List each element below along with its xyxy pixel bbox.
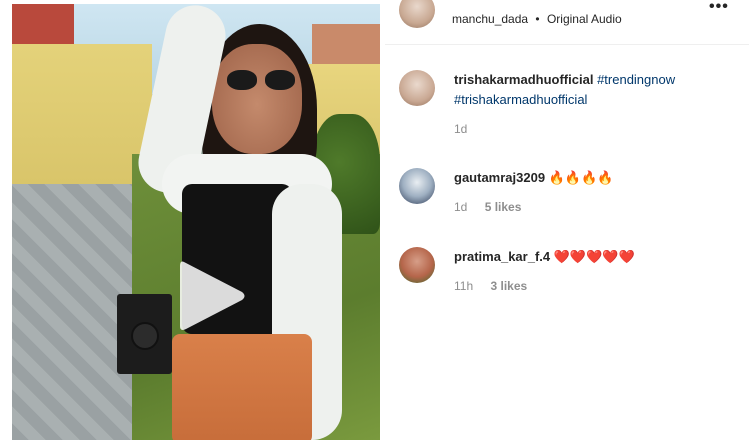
- comment-username[interactable]: trishakarmadhuofficial: [454, 72, 593, 87]
- comment-text: gautamraj3209 🔥🔥🔥🔥: [454, 168, 734, 188]
- hashtag-link[interactable]: #trendingnow: [597, 72, 675, 87]
- comment-username[interactable]: gautamraj3209: [454, 170, 545, 185]
- comment-body: gautamraj3209 🔥🔥🔥🔥 1d 5 likes: [454, 168, 734, 214]
- comment-meta: 11h 3 likes: [454, 279, 734, 293]
- comment-body: trishakarmadhuofficial #trendingnow #tri…: [454, 70, 734, 136]
- avatar[interactable]: [399, 0, 435, 28]
- comment-body: pratima_kar_f.4 ❤️❤️❤️❤️❤️ 11h 3 likes: [454, 247, 734, 293]
- avatar[interactable]: [399, 247, 435, 283]
- comment-time[interactable]: 1d: [454, 122, 467, 136]
- comment-meta: 1d: [454, 122, 734, 136]
- comment-content: ❤️❤️❤️❤️❤️: [553, 249, 635, 264]
- comment-likes[interactable]: 5 likes: [485, 200, 522, 214]
- post-viewer: manchu_dada • Original Audio ••• trishak…: [0, 0, 749, 444]
- comment-text: pratima_kar_f.4 ❤️❤️❤️❤️❤️: [454, 247, 734, 267]
- comment-time[interactable]: 1d: [454, 200, 467, 214]
- comment-time[interactable]: 11h: [454, 279, 473, 293]
- comment-meta: 1d 5 likes: [454, 200, 734, 214]
- scene-speaker: [117, 294, 172, 374]
- scene-wall: [12, 44, 152, 184]
- post-author[interactable]: manchu_dada: [452, 12, 528, 26]
- avatar[interactable]: [399, 168, 435, 204]
- more-options-icon[interactable]: •••: [709, 0, 733, 18]
- comment-likes[interactable]: 3 likes: [490, 279, 527, 293]
- play-icon-svg: [180, 261, 245, 330]
- play-icon[interactable]: [174, 256, 250, 336]
- comment-username[interactable]: pratima_kar_f.4: [454, 249, 550, 264]
- comment-content: 🔥🔥🔥🔥: [548, 170, 614, 185]
- comments-panel: manchu_dada • Original Audio ••• trishak…: [385, 0, 749, 444]
- video-player[interactable]: [12, 4, 380, 440]
- sunglasses: [227, 70, 297, 92]
- avatar[interactable]: [399, 70, 435, 106]
- separator-dot: •: [535, 12, 540, 26]
- comment-text: trishakarmadhuofficial #trendingnow #tri…: [454, 70, 734, 110]
- person-skirt: [172, 334, 312, 440]
- hashtag-link[interactable]: #trishakarmadhuofficial: [454, 92, 587, 107]
- post-author-line: manchu_dada • Original Audio: [452, 12, 622, 26]
- post-header: manchu_dada • Original Audio •••: [385, 0, 749, 45]
- person-face: [212, 44, 302, 154]
- audio-label[interactable]: Original Audio: [547, 12, 622, 26]
